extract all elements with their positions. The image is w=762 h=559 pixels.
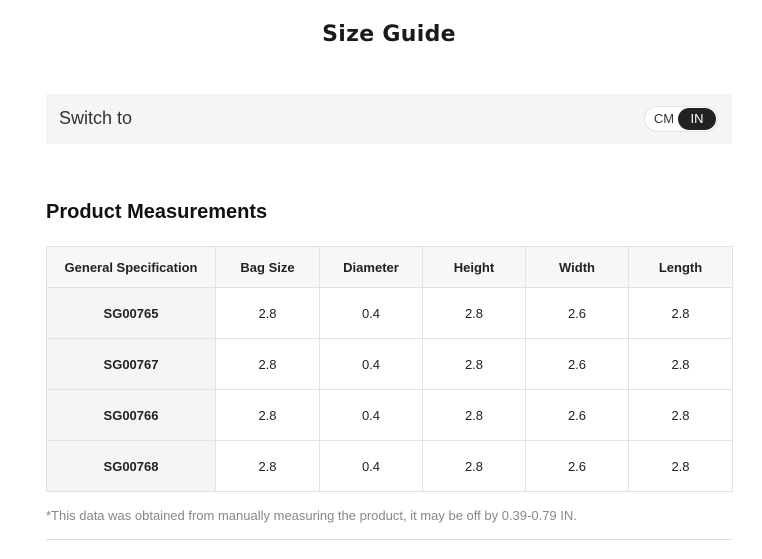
column-header-height: Height [422, 246, 526, 288]
column-header-length: Length [628, 246, 733, 288]
cell-diameter: 0.4 [319, 287, 423, 339]
table-row: SG00766 2.8 0.4 2.8 2.6 2.8 [46, 389, 733, 441]
cell-height: 2.8 [422, 389, 526, 441]
cell-diameter: 0.4 [319, 389, 423, 441]
cell-diameter: 0.4 [319, 338, 423, 390]
page-title: Size Guide [322, 22, 456, 47]
cell-specification: SG00766 [46, 389, 216, 441]
cell-height: 2.8 [422, 440, 526, 492]
cell-height: 2.8 [422, 287, 526, 339]
cell-diameter: 0.4 [319, 440, 423, 492]
unit-option-in[interactable]: IN [678, 108, 716, 130]
cell-height: 2.8 [422, 338, 526, 390]
table-header-row: General Specification Bag Size Diameter … [46, 246, 733, 288]
cell-length: 2.8 [628, 440, 733, 492]
column-header-diameter: Diameter [319, 246, 423, 288]
cell-bag-size: 2.8 [215, 338, 320, 390]
cell-specification: SG00767 [46, 338, 216, 390]
column-header-specification: General Specification [46, 246, 216, 288]
cell-specification: SG00765 [46, 287, 216, 339]
cell-length: 2.8 [628, 389, 733, 441]
cell-width: 2.6 [525, 287, 629, 339]
cell-bag-size: 2.8 [215, 389, 320, 441]
cell-length: 2.8 [628, 338, 733, 390]
measurement-footnote: *This data was obtained from manually me… [46, 508, 577, 523]
unit-option-cm[interactable]: CM [650, 108, 678, 130]
section-title: Product Measurements [46, 201, 268, 223]
cell-width: 2.6 [525, 440, 629, 492]
cell-length: 2.8 [628, 287, 733, 339]
column-header-bag-size: Bag Size [215, 246, 320, 288]
switch-label: Switch to [59, 108, 133, 128]
table-row: SG00768 2.8 0.4 2.8 2.6 2.8 [46, 440, 733, 492]
unit-toggle[interactable]: CM IN [644, 106, 718, 132]
table-row: SG00765 2.8 0.4 2.8 2.6 2.8 [46, 287, 733, 339]
cell-width: 2.6 [525, 389, 629, 441]
cell-specification: SG00768 [46, 440, 216, 492]
table-row: SG00767 2.8 0.4 2.8 2.6 2.8 [46, 338, 733, 390]
unit-switch-bar: Switch to CM IN [46, 94, 732, 144]
cell-bag-size: 2.8 [215, 440, 320, 492]
cell-width: 2.6 [525, 338, 629, 390]
measurements-table: General Specification Bag Size Diameter … [46, 246, 733, 492]
column-header-width: Width [525, 246, 629, 288]
cell-bag-size: 2.8 [215, 287, 320, 339]
divider [46, 539, 732, 540]
